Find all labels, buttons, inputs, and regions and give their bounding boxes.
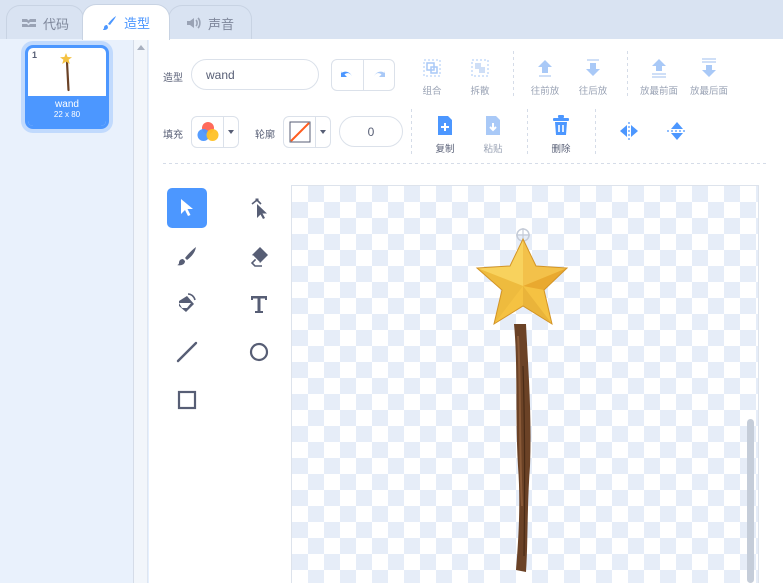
tab-sounds[interactable]: 声音	[168, 5, 252, 40]
brush-icon	[102, 15, 118, 31]
eraser-tool[interactable]	[239, 236, 279, 276]
fill-dropdown[interactable]	[223, 117, 238, 147]
toolbar-divider	[411, 109, 412, 155]
tab-code[interactable]: 代码	[6, 5, 84, 40]
costume-list: 1 wand 22 x 80	[0, 39, 134, 583]
backward-label: 往后放	[578, 86, 608, 97]
front-button[interactable]: 放最前面	[637, 56, 681, 97]
brush-tool[interactable]	[167, 236, 207, 276]
outline-width-input[interactable]	[339, 116, 403, 147]
rectangle-tool[interactable]	[167, 380, 207, 420]
fill-color-picker[interactable]	[191, 116, 239, 148]
color-circles-icon	[197, 122, 219, 141]
select-tool[interactable]	[167, 188, 207, 228]
tab-code-label: 代码	[42, 16, 69, 32]
circle-tool[interactable]	[239, 332, 279, 372]
back-button[interactable]: 放最后面	[687, 56, 731, 97]
paint-editor: 造型 组合 拆散 往前放 往后放	[149, 39, 783, 583]
front-icon	[647, 56, 671, 80]
costume-label: wand 22 x 80	[28, 96, 106, 126]
toolbar-divider	[527, 109, 528, 155]
group-label: 组合	[422, 86, 442, 97]
fill-label: 填充	[163, 130, 183, 141]
toolbar-divider	[627, 51, 628, 97]
cursor-icon	[181, 199, 193, 216]
costume-size: 22 x 80	[53, 110, 81, 119]
copy-button[interactable]: 复制	[423, 114, 467, 155]
tab-sounds-label: 声音	[207, 16, 234, 32]
wand-sprite[interactable]	[292, 186, 759, 583]
tab-costumes[interactable]: 造型	[82, 4, 170, 40]
delete-button[interactable]: 删除	[539, 114, 583, 155]
circle-icon	[249, 342, 269, 362]
group-button[interactable]: 组合	[410, 56, 454, 97]
outline-dropdown[interactable]	[315, 117, 330, 147]
eraser-icon	[250, 247, 268, 267]
undo-button[interactable]	[332, 60, 363, 90]
code-icon	[21, 17, 37, 29]
no-outline-icon	[289, 121, 311, 143]
paint-bucket-icon	[179, 293, 196, 312]
rectangle-icon	[177, 390, 197, 410]
costume-item-wand[interactable]: 1 wand 22 x 80	[25, 45, 109, 129]
paste-button[interactable]: 粘贴	[471, 114, 515, 155]
flip-horizontal-icon	[617, 119, 641, 143]
back-icon	[697, 56, 721, 80]
ungroup-button[interactable]: 拆散	[458, 56, 502, 97]
flip-horizontal-button[interactable]	[607, 119, 651, 146]
front-label: 放最前面	[639, 86, 678, 97]
group-icon	[420, 56, 444, 80]
costume-list-scrollbar[interactable]	[134, 39, 148, 583]
undo-icon	[341, 71, 353, 77]
costume-name-input[interactable]	[191, 59, 319, 90]
trash-icon	[549, 114, 573, 138]
costume-name-label: 造型	[163, 73, 183, 84]
reshape-icon	[251, 198, 267, 219]
paint-canvas[interactable]	[291, 185, 759, 583]
flip-vertical-icon	[665, 119, 689, 143]
outline-swatch	[284, 117, 315, 147]
toolbar-divider	[595, 109, 596, 155]
forward-button[interactable]: 往前放	[523, 56, 567, 97]
redo-button[interactable]	[362, 60, 394, 90]
paintbrush-icon	[177, 247, 196, 266]
fill-swatch	[192, 117, 223, 147]
text-tool[interactable]	[239, 284, 279, 324]
text-icon	[251, 296, 267, 313]
undo-redo-group	[331, 59, 395, 91]
flip-vertical-button[interactable]	[655, 119, 699, 146]
backward-icon	[581, 56, 605, 80]
costume-thumbnail	[60, 53, 72, 92]
scroll-up-arrow-icon[interactable]	[137, 45, 145, 50]
copy-label: 复制	[435, 144, 455, 155]
fill-tool[interactable]	[167, 284, 207, 324]
redo-icon	[373, 71, 385, 77]
ungroup-icon	[468, 56, 492, 80]
line-icon	[176, 341, 198, 363]
paste-label: 粘贴	[483, 144, 503, 155]
tab-costumes-label: 造型	[123, 16, 150, 31]
speaker-icon	[186, 16, 202, 30]
reshape-tool[interactable]	[239, 188, 279, 228]
line-tool[interactable]	[167, 332, 207, 372]
backward-button[interactable]: 往后放	[571, 56, 615, 97]
costume-name: wand	[55, 99, 79, 110]
paste-icon	[481, 114, 505, 138]
forward-label: 往前放	[530, 86, 560, 97]
chevron-down-icon	[320, 130, 327, 134]
tab-bar: 代码 造型 声音	[0, 0, 783, 40]
delete-label: 删除	[551, 144, 571, 155]
toolbar-separator	[163, 163, 769, 164]
canvas-scrollbar[interactable]	[747, 419, 754, 583]
ungroup-label: 拆散	[470, 86, 490, 97]
chevron-down-icon	[228, 130, 235, 134]
outline-color-picker[interactable]	[283, 116, 331, 148]
outline-label: 轮廓	[255, 130, 275, 141]
copy-icon	[433, 114, 457, 138]
forward-icon	[533, 56, 557, 80]
toolbar-divider	[513, 51, 514, 97]
back-label: 放最后面	[689, 86, 728, 97]
